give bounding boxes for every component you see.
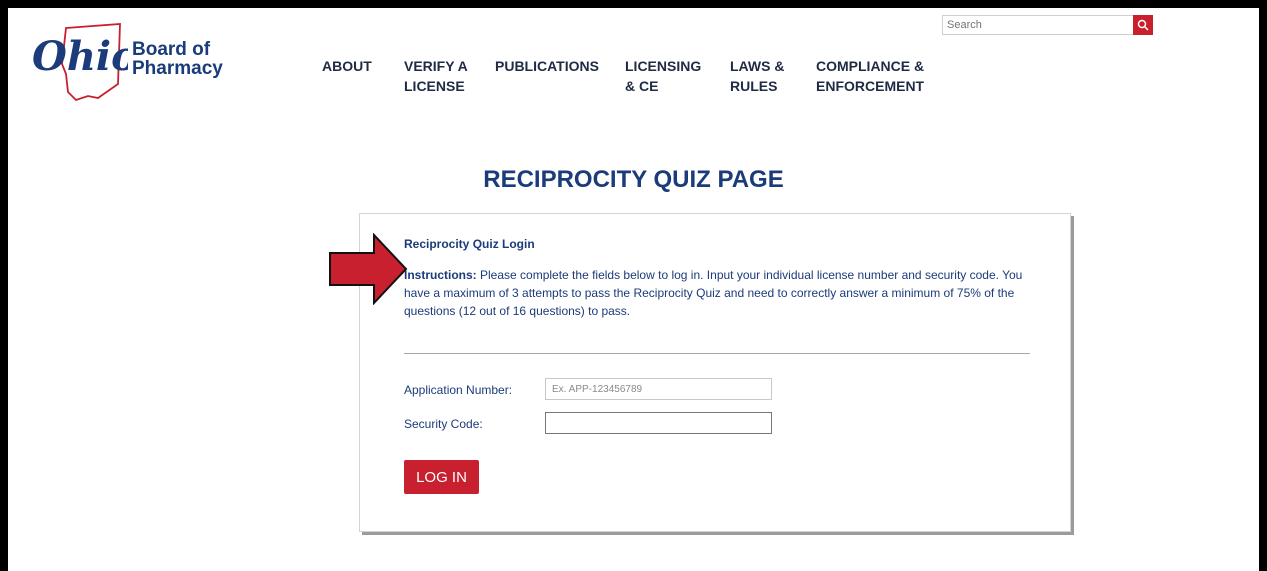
svg-text:Ohio: Ohio: [32, 33, 128, 80]
instructions: Instructions: Please complete the fields…: [404, 266, 1044, 320]
login-button[interactable]: LOG IN: [404, 460, 479, 494]
instructions-text: Please complete the fields below to log …: [404, 268, 1023, 318]
card-heading: Reciprocity Quiz Login: [404, 237, 535, 251]
security-code-label: Security Code:: [404, 417, 483, 431]
application-number-label: Application Number:: [404, 383, 513, 397]
logo-line-1: Board of: [132, 39, 211, 60]
search-button[interactable]: [1133, 15, 1153, 35]
nav-laws-rules[interactable]: LAWS & RULES: [730, 56, 790, 96]
nav-verify-a-license[interactable]: VERIFY A LICENSE: [404, 56, 474, 96]
arrow-icon: [329, 233, 408, 305]
nav-licensing-ce[interactable]: LICENSING & CE: [625, 56, 705, 96]
nav-publications[interactable]: PUBLICATIONS: [495, 56, 605, 76]
ohio-state-outline-icon: Ohio: [32, 23, 128, 102]
application-number-input[interactable]: [545, 378, 772, 400]
page-title: RECIPROCITY QUIZ PAGE: [483, 166, 784, 193]
nav-compliance-enforcement[interactable]: COMPLIANCE & ENFORCEMENT: [816, 56, 926, 96]
search-icon: [1137, 19, 1149, 31]
instructions-label: Instructions:: [404, 268, 477, 282]
login-card: Reciprocity Quiz Login Instructions: Ple…: [359, 213, 1071, 532]
search-input[interactable]: [942, 15, 1135, 35]
nav-about[interactable]: ABOUT: [322, 56, 382, 76]
logo-line-2: Pharmacy: [132, 58, 223, 79]
page: Ohio Board of Pharmacy ABOUT VERIFY A LI…: [8, 8, 1259, 571]
divider: [404, 353, 1030, 354]
logo-text: Board of Pharmacy: [132, 40, 223, 78]
ohio-board-of-pharmacy-logo[interactable]: Ohio Board of Pharmacy: [28, 22, 223, 112]
security-code-input[interactable]: [545, 412, 772, 434]
